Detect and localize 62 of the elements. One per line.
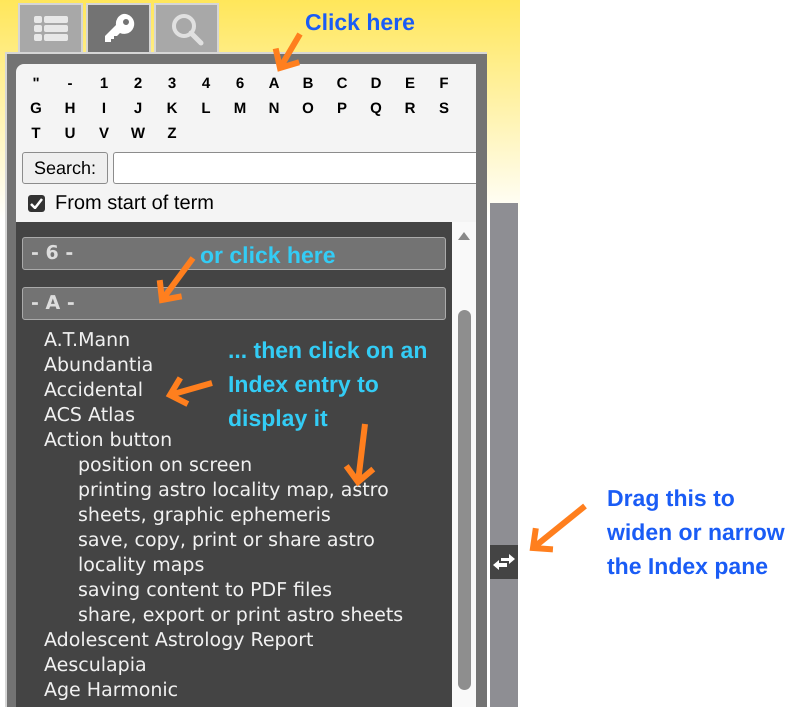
letter-link[interactable]: H (53, 98, 87, 119)
index-entry[interactable]: Action button (44, 428, 172, 453)
letter-link[interactable]: T (19, 123, 53, 144)
index-subentry[interactable]: saving content to PDF files (78, 578, 440, 603)
search-button[interactable]: Search: (22, 152, 108, 184)
scrollbar-thumb[interactable] (458, 310, 470, 690)
index-entry[interactable]: Age Harmonic (44, 678, 178, 703)
letter-link[interactable]: V (87, 123, 121, 144)
letter-link[interactable]: G (19, 98, 53, 119)
letter-link[interactable]: U (53, 123, 87, 144)
letter-link[interactable]: 1 (87, 73, 121, 94)
checkbox[interactable] (28, 194, 45, 212)
swap-arrows-icon (493, 553, 515, 571)
arrow (156, 256, 196, 304)
letter-link[interactable]: M (223, 98, 257, 119)
index-entry[interactable]: Abundantia (44, 353, 154, 378)
letter-link[interactable]: A (257, 73, 291, 94)
letter-link[interactable]: F (427, 73, 461, 94)
index-subentry[interactable]: position on screen (78, 453, 440, 478)
letter-link[interactable]: K (155, 98, 189, 119)
index-entry[interactable]: Adolescent Astrology Report (44, 628, 314, 653)
search-icon (170, 12, 204, 46)
tab[interactable] (86, 3, 151, 52)
letter-link[interactable]: - (53, 73, 87, 94)
list-icon (34, 16, 68, 42)
letter-link[interactable]: O (291, 98, 325, 119)
letter-link[interactable]: C (325, 73, 359, 94)
letter-link[interactable]: 6 (223, 73, 257, 94)
arrow (272, 32, 303, 72)
index-subentry[interactable]: share, export or print astro sheets (78, 603, 440, 628)
letter-link[interactable]: " (19, 73, 53, 94)
callout-text: ... then click on an Index entry to display it (228, 336, 428, 433)
index-entry[interactable]: ACS Atlas (44, 403, 135, 428)
letter-link[interactable]: 2 (121, 73, 155, 94)
search-field[interactable] (113, 152, 476, 184)
letter-link[interactable]: Z (155, 123, 189, 144)
letter-link[interactable]: P (325, 98, 359, 119)
letter-link[interactable]: L (189, 98, 223, 119)
scroll-up-icon[interactable] (458, 232, 470, 240)
letter-link[interactable]: W (121, 123, 155, 144)
letter-link[interactable]: S (427, 98, 461, 119)
letter-link[interactable]: N (257, 98, 291, 119)
callout-text: Click here (305, 8, 415, 37)
index-entry[interactable]: Accidental (44, 378, 143, 403)
letter-link[interactable]: I (87, 98, 121, 119)
letter-link[interactable]: R (393, 98, 427, 119)
letter-link[interactable]: Q (359, 98, 393, 119)
letter-link[interactable]: D (359, 73, 393, 94)
callout-text: Drag this to widen or narrow the Index pane (607, 484, 785, 581)
letter-link[interactable]: E (393, 73, 427, 94)
index-entry[interactable]: A.T.Mann (44, 328, 130, 353)
letter-link[interactable]: B (291, 73, 325, 94)
callout-text: or click here (200, 241, 336, 270)
letter-link[interactable]: 3 (155, 73, 189, 94)
letter-link[interactable]: J (121, 98, 155, 119)
tab[interactable] (18, 3, 83, 52)
resize-handle[interactable] (490, 545, 518, 579)
arrow (530, 504, 587, 552)
checkbox-label: From start of term (55, 191, 214, 216)
letter-link[interactable]: 4 (189, 73, 223, 94)
index-entry[interactable]: Aesculapia (44, 653, 147, 678)
checkmark-icon (30, 198, 43, 208)
